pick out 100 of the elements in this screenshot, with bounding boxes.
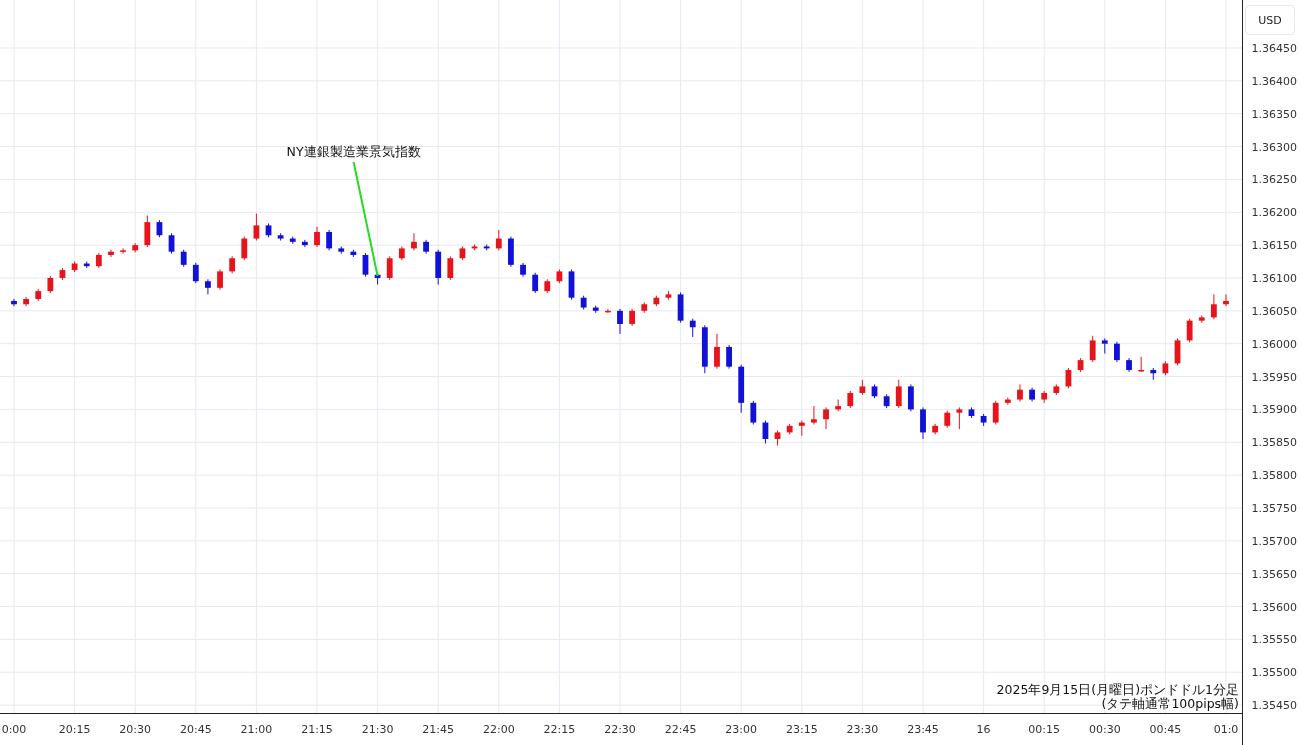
candlestick xyxy=(253,213,260,241)
candlestick xyxy=(301,239,308,248)
candlestick xyxy=(714,333,720,370)
currency-button[interactable]: USD xyxy=(1245,5,1295,35)
price-axis-label: 1.35500 xyxy=(1251,666,1297,680)
price-axis-label: 1.36300 xyxy=(1251,140,1297,154)
candlestick xyxy=(944,410,951,429)
time-axis-label: 0:00 xyxy=(1,723,27,736)
candlestick xyxy=(508,236,514,268)
candlestick xyxy=(59,267,66,281)
price-axis-label: 1.36150 xyxy=(1251,239,1297,253)
candlestick xyxy=(980,413,987,427)
candlestick xyxy=(83,261,90,269)
price-axis-label: 1.35550 xyxy=(1251,633,1297,647)
candlestick xyxy=(762,420,769,445)
price-axis-label: 1.35800 xyxy=(1251,469,1297,483)
time-axis-label: 20:45 xyxy=(179,723,212,736)
price-axis-label: 1.35850 xyxy=(1251,436,1297,450)
time-axis-label: 22:15 xyxy=(543,723,576,736)
time-axis-label: 23:15 xyxy=(785,723,818,736)
candlestick xyxy=(641,301,648,314)
time-axis-label: 20:30 xyxy=(119,723,152,736)
candlestick xyxy=(895,379,902,409)
candlestick xyxy=(604,308,611,314)
candlestick xyxy=(338,245,345,255)
candlestick xyxy=(156,219,163,238)
candlestick xyxy=(132,242,139,253)
price-axis-label: 1.36250 xyxy=(1251,173,1297,187)
price-axis-label: 1.36100 xyxy=(1251,271,1297,285)
candlestick xyxy=(471,243,478,251)
time-axis-label: 00:15 xyxy=(1028,723,1061,736)
candlestick xyxy=(617,308,623,335)
candlestick xyxy=(411,232,417,251)
candlestick xyxy=(907,383,914,412)
candlestick xyxy=(241,236,248,261)
candlestick xyxy=(1077,357,1084,373)
candlestick xyxy=(1089,335,1096,363)
candlestick xyxy=(920,406,926,440)
candlestick xyxy=(495,229,502,251)
candlestick xyxy=(1210,293,1217,320)
candlestick xyxy=(265,222,272,238)
candlestick xyxy=(798,420,805,437)
candlestick xyxy=(1186,318,1193,343)
time-axis-label: 20:15 xyxy=(58,723,91,736)
candlestick xyxy=(556,268,563,284)
candlestick xyxy=(423,239,429,255)
candlestick xyxy=(1004,397,1011,406)
candlestick xyxy=(277,232,284,241)
time-axis-label: 22:30 xyxy=(604,723,636,736)
candlestick xyxy=(677,291,684,324)
candlestick xyxy=(823,406,829,430)
candlestick xyxy=(1138,356,1145,373)
candlestick xyxy=(192,262,199,284)
candlestick xyxy=(23,296,30,307)
candlestick xyxy=(168,232,175,255)
price-axis-label: 1.35950 xyxy=(1251,370,1297,384)
candlestick xyxy=(1053,383,1060,396)
price-axis-label: 1.35700 xyxy=(1251,534,1297,548)
time-axis-label: 23:00 xyxy=(725,723,758,736)
candlestick xyxy=(1041,390,1048,404)
candlestick xyxy=(1198,314,1205,324)
candlestick xyxy=(1174,337,1181,366)
candlestick xyxy=(350,249,357,258)
candlestick xyxy=(653,295,660,307)
candlestick xyxy=(1101,337,1108,355)
price-axis-label: 1.36050 xyxy=(1251,304,1297,318)
price-axis-label: 1.36450 xyxy=(1251,41,1297,55)
candlestick xyxy=(120,247,126,255)
candlestick xyxy=(47,275,54,294)
price-axis-label: 1.35450 xyxy=(1251,699,1297,713)
candlestick xyxy=(217,268,223,291)
price-axis-label: 1.35650 xyxy=(1251,567,1297,581)
candlestick xyxy=(108,249,114,258)
candlestick xyxy=(532,272,539,294)
candlestick xyxy=(665,290,672,301)
candlestick xyxy=(811,405,817,425)
candlestick xyxy=(1162,360,1169,376)
candlestick xyxy=(362,252,369,278)
candlestick xyxy=(144,215,151,248)
time-axis-label: 21:45 xyxy=(422,723,455,736)
candlestick xyxy=(35,288,42,302)
candlestick xyxy=(1126,357,1132,373)
candlestick xyxy=(180,249,187,268)
price-axis-label: 1.36400 xyxy=(1251,74,1297,88)
candlestick xyxy=(992,400,999,425)
time-axis-label: 00:30 xyxy=(1088,723,1121,736)
candlestick xyxy=(1065,367,1072,389)
candlestick xyxy=(629,308,636,327)
candlestick xyxy=(750,400,757,425)
candlestick xyxy=(956,406,963,430)
candlestick xyxy=(374,272,381,286)
chart-caption: (タテ軸通常100pips幅) xyxy=(1101,696,1239,711)
candlestick xyxy=(483,243,490,251)
candlestick xyxy=(786,423,793,435)
time-axis-label: 21:30 xyxy=(361,723,394,736)
candlestick xyxy=(968,406,975,419)
time-axis-label: 16 xyxy=(976,723,991,736)
candlestick xyxy=(1150,367,1157,381)
price-axis-label: 1.36000 xyxy=(1251,337,1297,351)
candlestick xyxy=(544,278,551,294)
